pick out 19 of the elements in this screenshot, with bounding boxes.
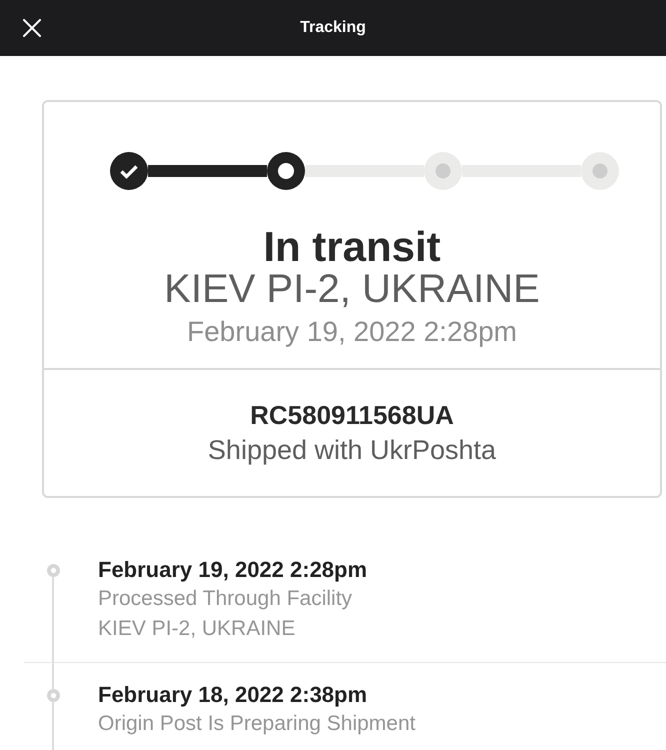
event-description: Origin Post Is Preparing Shipment xyxy=(98,711,416,737)
event-location: KIEV PI-2, UKRAINE xyxy=(98,616,296,642)
carrier-text: Shipped with UkrPoshta xyxy=(206,434,498,467)
close-icon xyxy=(23,19,41,37)
timeline-dot-icon xyxy=(46,689,60,702)
event-description: Processed Through Facility xyxy=(98,586,354,612)
pending-step-icon xyxy=(424,152,462,190)
event-date: February 19, 2022 2:28pm xyxy=(98,556,368,584)
checkmark-step-icon xyxy=(110,152,148,190)
current-step-icon xyxy=(267,152,305,190)
status-location: KIEV PI-2, UKRAINE xyxy=(163,269,541,309)
status-title: In transit xyxy=(262,225,442,269)
header-title: Tracking xyxy=(300,18,366,38)
timeline-line xyxy=(52,702,54,750)
tracking-number: RC580911568UA xyxy=(249,399,455,432)
status-date: February 19, 2022 2:28pm xyxy=(186,315,518,349)
timeline-dot-icon xyxy=(46,564,60,577)
pending-step-icon xyxy=(581,152,619,190)
event-date: February 18, 2022 2:38pm xyxy=(98,681,368,709)
